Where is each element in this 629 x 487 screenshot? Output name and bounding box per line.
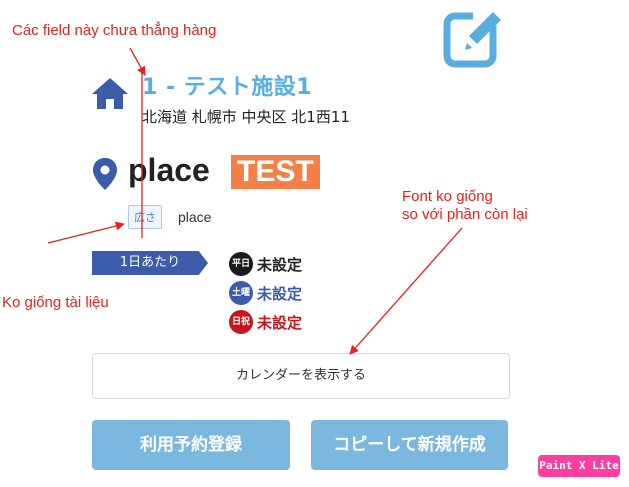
- edit-icon[interactable]: [443, 6, 509, 70]
- map-pin-icon: [92, 157, 118, 191]
- size-tag: 広さ: [128, 205, 162, 229]
- doc-mismatch-arrow: [47, 221, 125, 244]
- font-mismatch-arrow: [349, 227, 463, 355]
- holiday-badge: 日祝: [229, 310, 253, 334]
- paint-x-lite-watermark: Paint X Lite: [538, 455, 620, 477]
- place-name: place: [128, 152, 210, 188]
- annotation-arrows: [47, 47, 463, 355]
- annotation-not-aligned: Các field này chưa thẳng hàng: [12, 22, 217, 39]
- place-badge: TEST: [231, 155, 320, 189]
- home-icon: [90, 76, 130, 110]
- annotation-not-like-doc: Ko giống tài liệu: [2, 294, 109, 311]
- size-value: place: [178, 209, 212, 225]
- holiday-value: 未設定: [257, 314, 303, 332]
- weekday-badge: 平日: [229, 252, 253, 276]
- saturday-badge: 土曜: [229, 281, 253, 305]
- show-calendar-button[interactable]: カレンダーを表示する: [92, 353, 510, 399]
- weekday-value: 未設定: [257, 256, 303, 274]
- saturday-value: 未設定: [257, 285, 303, 303]
- copy-create-button[interactable]: コピーして新規作成: [311, 420, 508, 470]
- annotation-font-line2: so với phần còn lại: [402, 206, 528, 223]
- facility-title: 1 - テスト施設1: [142, 75, 313, 100]
- register-booking-button[interactable]: 利用予約登録: [92, 420, 290, 470]
- per-day-ribbon: 1日あたり: [92, 251, 208, 275]
- facility-address: 北海道 札幌市 中央区 北1西11: [142, 108, 350, 126]
- annotation-font-line1: Font ko giống: [402, 188, 493, 205]
